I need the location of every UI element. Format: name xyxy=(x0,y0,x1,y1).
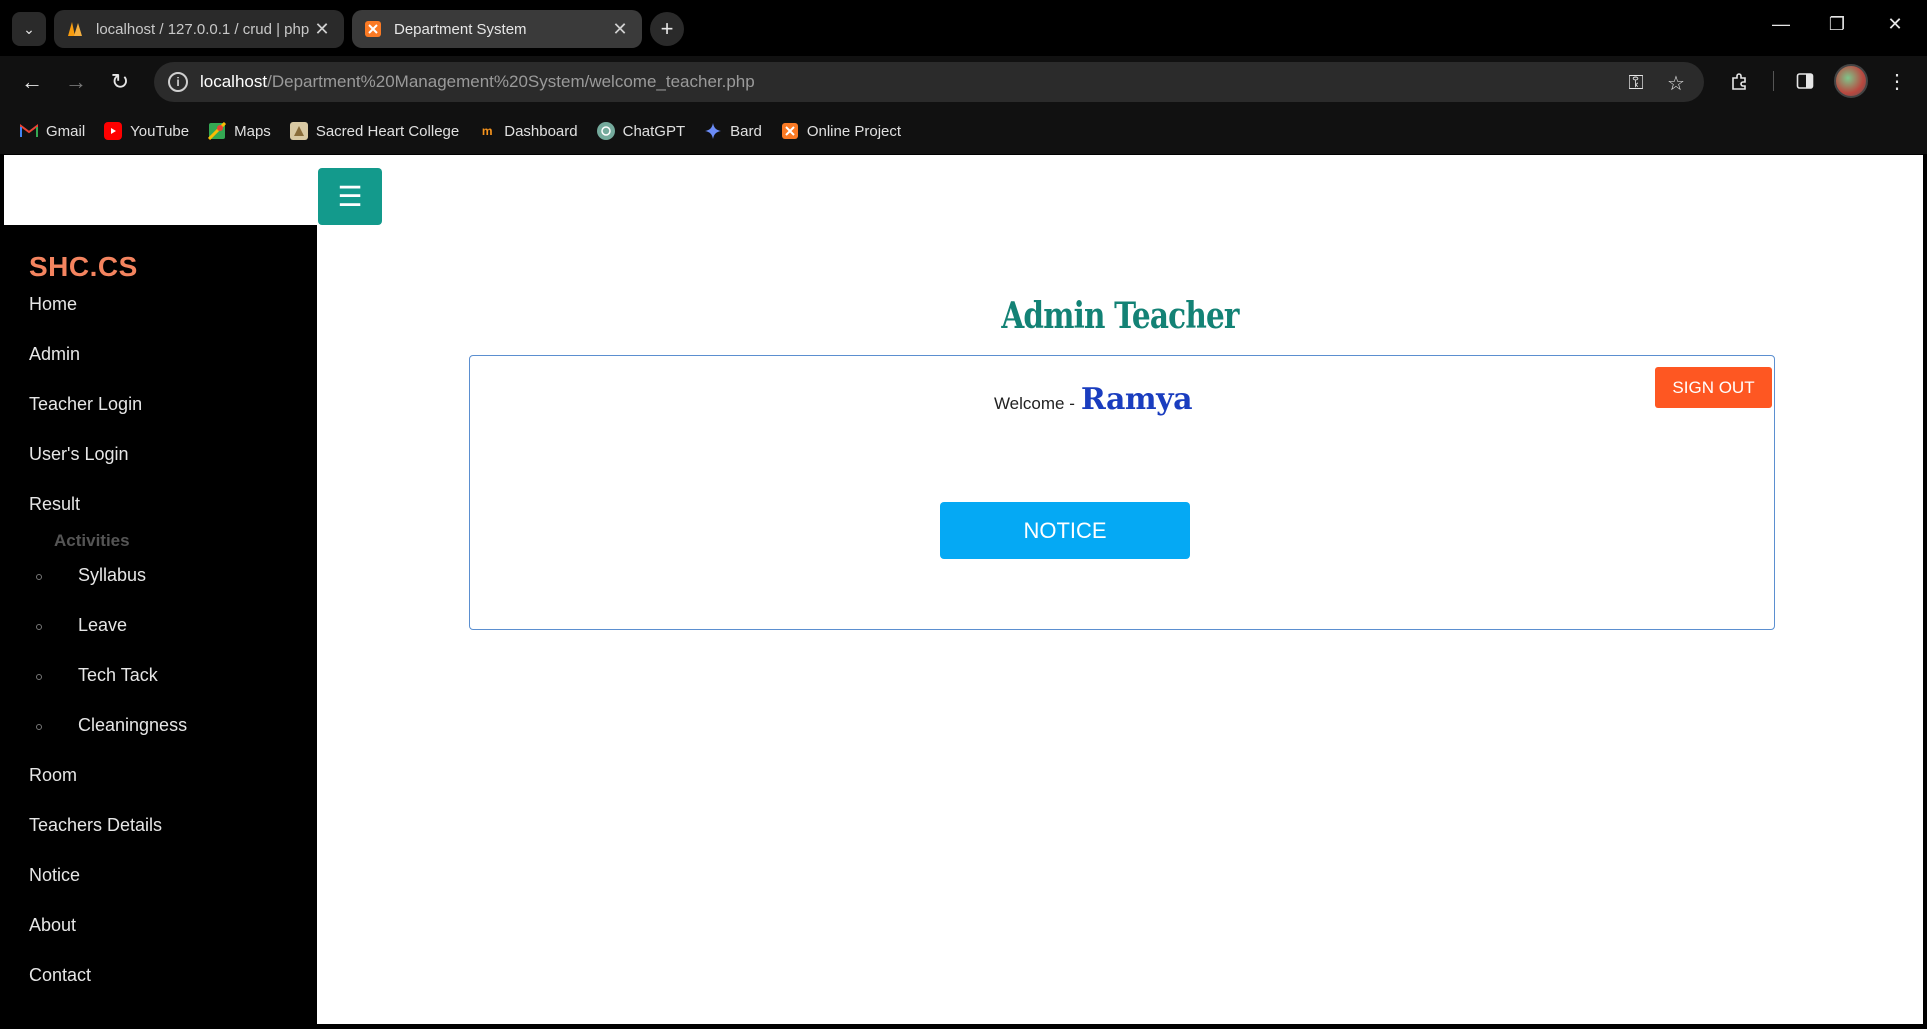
bullet-icon xyxy=(36,724,42,730)
user-name: Ramya xyxy=(1080,382,1193,417)
welcome-label: Welcome - xyxy=(993,394,1075,413)
sidebar-item-home[interactable]: Home xyxy=(29,294,77,315)
close-icon[interactable]: ✕ xyxy=(610,19,630,40)
bookmark-dashboard[interactable]: m Dashboard xyxy=(478,122,578,140)
bookmark-gmail[interactable]: Gmail xyxy=(20,122,85,140)
star-icon[interactable]: ☆ xyxy=(1664,71,1688,95)
brand-logo[interactable]: SHC.CS xyxy=(29,251,138,283)
back-icon[interactable]: ← xyxy=(16,66,48,98)
xampp-icon xyxy=(781,122,799,140)
bullet-icon xyxy=(36,674,42,680)
site-info-icon[interactable]: i xyxy=(168,72,188,92)
bookmark-sacred-heart-college[interactable]: Sacred Heart College xyxy=(289,122,459,140)
bookmark-youtube[interactable]: YouTube xyxy=(104,122,189,140)
forward-icon[interactable]: → xyxy=(60,66,92,98)
browser-toolbar: ← → ↻ i localhost/Department%20Managemen… xyxy=(0,56,1927,108)
extensions-icon[interactable] xyxy=(1724,66,1754,96)
bookmark-maps[interactable]: Maps xyxy=(208,122,271,140)
hamburger-icon: ☰ xyxy=(337,181,363,212)
sidebar-item-result[interactable]: Result xyxy=(29,494,80,515)
toolbar-divider xyxy=(1773,71,1774,91)
tab-strip: ⌄ localhost / 127.0.0.1 / crud | php ✕ D… xyxy=(0,0,1927,56)
menu-toggle-button[interactable]: ☰ xyxy=(318,168,382,225)
profile-avatar[interactable] xyxy=(1834,64,1868,98)
sidebar-item-teacher-login[interactable]: Teacher Login xyxy=(29,394,142,415)
sidebar-item-room[interactable]: Room xyxy=(29,765,77,786)
notice-button[interactable]: NOTICE xyxy=(940,502,1190,559)
youtube-icon xyxy=(104,122,123,140)
bookmark-bard[interactable]: Bard xyxy=(704,122,762,140)
address-bar[interactable]: i localhost/Department%20Management%20Sy… xyxy=(154,62,1704,102)
bard-icon xyxy=(704,122,722,140)
sidebar-item-contact[interactable]: Contact xyxy=(29,965,91,986)
menu-kebab-icon[interactable]: ⋮ xyxy=(1882,66,1912,96)
tab-title: localhost / 127.0.0.1 / crud | php xyxy=(96,20,310,38)
web-page: SHC.CS Home Admin Teacher Login User's L… xyxy=(4,155,1923,1024)
sidebar: SHC.CS Home Admin Teacher Login User's L… xyxy=(4,225,317,1024)
sidebar-item-leave[interactable]: Leave xyxy=(78,615,127,636)
side-panel-icon[interactable] xyxy=(1790,66,1820,96)
key-icon[interactable]: ⚿ xyxy=(1624,71,1648,95)
new-tab-button[interactable]: + xyxy=(650,12,684,46)
bullet-icon xyxy=(36,624,42,630)
sidebar-item-notice[interactable]: Notice xyxy=(29,865,80,886)
sidebar-item-about[interactable]: About xyxy=(29,915,76,936)
maps-icon xyxy=(208,122,227,140)
tab-search-button[interactable]: ⌄ xyxy=(12,12,46,46)
welcome-card: SIGN OUT Welcome - Ramya NOTICE xyxy=(469,355,1775,630)
sidebar-item-teachers-details[interactable]: Teachers Details xyxy=(29,815,162,836)
url-text[interactable]: localhost/Department%20Management%20Syst… xyxy=(200,72,755,92)
minimize-icon[interactable]: — xyxy=(1766,14,1796,35)
chevron-down-icon: ⌄ xyxy=(23,20,35,37)
close-window-icon[interactable]: ✕ xyxy=(1880,14,1910,35)
gmail-icon xyxy=(20,122,38,140)
sidebar-item-tech-tack[interactable]: Tech Tack xyxy=(78,665,158,686)
tab-department-system[interactable]: Department System ✕ xyxy=(352,10,642,48)
bookmark-online-project[interactable]: Online Project xyxy=(781,122,901,140)
welcome-line: Welcome - Ramya xyxy=(470,382,1776,417)
reload-icon[interactable]: ↻ xyxy=(104,66,136,98)
sidebar-item-cleaningness[interactable]: Cleaningness xyxy=(78,715,187,736)
sidebar-item-admin[interactable]: Admin xyxy=(29,344,80,365)
restore-icon[interactable]: ❐ xyxy=(1822,14,1852,35)
sidebar-item-users-login[interactable]: User's Login xyxy=(29,444,128,465)
xampp-icon xyxy=(364,20,382,38)
sidebar-item-syllabus[interactable]: Syllabus xyxy=(78,565,146,586)
bookmarks-bar: Gmail YouTube Maps Sacred Heart College … xyxy=(0,108,1927,154)
plus-icon: + xyxy=(660,16,674,41)
bullet-icon xyxy=(36,574,42,580)
chatgpt-icon xyxy=(596,122,615,140)
browser-window: ⌄ localhost / 127.0.0.1 / crud | php ✕ D… xyxy=(0,0,1927,1029)
college-icon xyxy=(289,122,308,140)
phpmyadmin-icon xyxy=(66,20,84,38)
dashboard-icon: m xyxy=(481,124,493,138)
close-icon[interactable]: ✕ xyxy=(312,19,332,40)
activities-heading: Activities xyxy=(54,531,130,550)
bookmark-chatgpt[interactable]: ChatGPT xyxy=(596,122,685,140)
page-title: Admin Teacher xyxy=(1001,295,1239,337)
tab-phpmyadmin[interactable]: localhost / 127.0.0.1 / crud | php ✕ xyxy=(54,10,344,48)
tab-title: Department System xyxy=(394,20,527,38)
